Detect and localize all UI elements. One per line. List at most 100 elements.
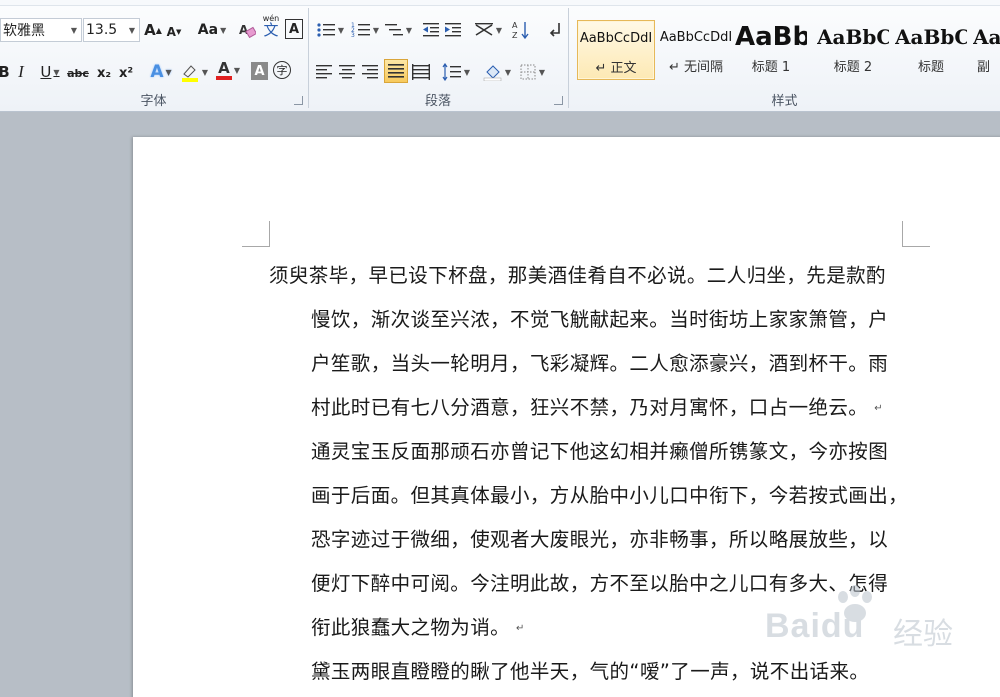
document-line[interactable]: 户笙歌，当头一轮明月，飞彩凝辉。二人愈添豪兴，酒到杯干。雨: [311, 347, 888, 376]
char-border-button[interactable]: A: [285, 19, 303, 39]
chinese-layout-icon: [474, 23, 493, 36]
line-text: 黛玉两眼直瞪瞪的瞅了他半天，气的“嗳”了一声，说不出话来。: [311, 660, 870, 683]
highlight-button[interactable]: ▼: [178, 60, 210, 84]
enclose-char-button[interactable]: 字: [273, 61, 291, 79]
decrease-indent-button[interactable]: [421, 18, 441, 42]
chevron-down-icon[interactable]: ▼: [129, 26, 135, 35]
style-subtitle[interactable]: Aa 副: [973, 20, 1000, 80]
char-shading-button[interactable]: A: [251, 62, 268, 80]
document-line[interactable]: 通灵宝玉反面那顽石亦曾记下他这幻相并癞僧所镌篆文，今亦按图: [311, 435, 888, 464]
subscript-icon: x₂: [96, 65, 112, 81]
highlighter-icon: [181, 65, 198, 82]
line-spacing-button[interactable]: ▼: [440, 60, 472, 84]
bold-button[interactable]: B: [0, 60, 10, 84]
font-name-combo[interactable]: 软雅黑 ▼: [0, 18, 82, 42]
phonetic-guide-button[interactable]: wén 文: [261, 14, 281, 38]
sort-button[interactable]: AZ: [511, 18, 531, 42]
bold-icon: B: [0, 63, 10, 81]
font-size-combo[interactable]: 13.5 ▼: [83, 18, 140, 42]
style-normal[interactable]: AaBbCcDdI ↵ 正文: [577, 20, 655, 80]
shading-button[interactable]: ▼: [481, 60, 513, 84]
chinese-layout-button[interactable]: ▼: [472, 18, 504, 42]
numbering-button[interactable]: 1 2 3 ▼: [349, 18, 381, 42]
justify-button[interactable]: [384, 59, 408, 83]
style-title-name: 标题: [917, 60, 944, 75]
style-title-sample: AaBbC: [895, 25, 967, 49]
align-right-button[interactable]: [360, 60, 380, 84]
align-left-button[interactable]: [314, 60, 334, 84]
justify-icon: [388, 64, 404, 78]
document-line[interactable]: 衔此狼蠢大之物为诮。 ↵: [311, 611, 525, 640]
align-right-icon: [362, 65, 378, 79]
superscript-button[interactable]: x²: [117, 61, 135, 85]
underline-icon: U: [40, 63, 52, 81]
style-no-spacing-sample: AaBbCcDdI: [659, 29, 733, 45]
align-center-icon: [339, 65, 355, 79]
clear-format-icon: A: [239, 23, 256, 39]
bullet-list-icon: [317, 23, 335, 37]
style-no-spacing[interactable]: AaBbCcDdI ↵ 无间隔: [657, 20, 735, 80]
distributed-button[interactable]: [411, 60, 431, 84]
style-heading-1[interactable]: AaBb 标题 1: [735, 20, 807, 80]
text-effects-button[interactable]: A ▼: [146, 60, 176, 84]
strikethrough-button[interactable]: abc: [67, 61, 89, 85]
style-heading-1-name: 标题 1: [751, 60, 791, 75]
char-border-icon: A: [288, 21, 300, 37]
underline-button[interactable]: U ▼: [36, 60, 64, 84]
style-normal-name: ↵ 正文: [595, 61, 637, 76]
increase-indent-button[interactable]: [443, 18, 463, 42]
subscript-button[interactable]: x₂: [95, 61, 113, 85]
baidu-watermark: Baidu 经验: [765, 585, 995, 655]
document-line[interactable]: 村此时已有七八分酒意，狂兴不禁，乃对月寓怀，口占一绝云。 ↵: [311, 391, 883, 420]
clear-format-button[interactable]: A: [237, 18, 257, 42]
enclose-char-icon: 字: [276, 64, 288, 77]
bullets-button[interactable]: ▼: [314, 18, 346, 42]
line-text: 慢饮，渐次谈至兴浓，不觉飞觥献起来。当时街坊上家家箫管，户: [311, 308, 889, 331]
numbered-list-icon: 123: [351, 22, 370, 39]
document-line[interactable]: 画于后面。但其真体最小，方从胎中小儿口中衔下，今若按式画出，: [311, 479, 908, 508]
watermark-suffix: 经验: [893, 617, 953, 652]
show-marks-button[interactable]: [545, 18, 565, 42]
shrink-font-icon: A: [166, 25, 176, 39]
grow-font-button[interactable]: A ▲: [144, 18, 162, 42]
font-size-value: 13.5: [86, 22, 118, 38]
margin-corner-mark: [902, 221, 930, 247]
style-subtitle-name: 副: [977, 60, 991, 75]
line-text: 恐字迹过于微细，使观者大废眼光，亦非畅事，所以略展放些，以: [311, 528, 889, 551]
superscript-icon: x²: [118, 65, 134, 81]
styles-group-label: 样式: [771, 94, 798, 109]
style-normal-sample: AaBbCcDdI: [579, 30, 653, 46]
document-line[interactable]: 恐字迹过于微细，使观者大废眼光，亦非畅事，所以略展放些，以: [311, 523, 888, 552]
font-name-value: 软雅黑: [3, 23, 45, 39]
style-no-spacing-name: ↵ 无间隔: [668, 60, 724, 75]
align-left-icon: [316, 65, 332, 79]
align-center-button[interactable]: [337, 60, 357, 84]
decrease-indent-icon: [423, 23, 439, 37]
font-dialog-launcher-icon[interactable]: [294, 96, 303, 105]
change-case-button[interactable]: Aa ▼: [196, 18, 228, 42]
paragraph-mark-icon: ↵: [516, 623, 525, 634]
increase-indent-icon: [445, 23, 461, 37]
font-color-button[interactable]: A ▼: [212, 58, 244, 82]
styles-group: AaBbCcDdI ↵ 正文 AaBbCcDdI ↵ 无间隔 AaBb 标题 1…: [569, 6, 1000, 111]
text-effects-icon: A: [150, 62, 164, 82]
watermark-brand: Baidu: [765, 607, 865, 645]
font-group: 软雅黑 ▼ 13.5 ▼ A ▲ A ▼ Aa ▼ A wén 文 A B I U ▼ …: [0, 6, 307, 111]
multilevel-list-icon: [384, 24, 403, 36]
paragraph-group-label: 段落: [424, 94, 451, 109]
line-text: 通灵宝玉反面那顽石亦曾记下他这幻相并癞僧所镌篆文，今亦按图: [311, 440, 889, 463]
style-title[interactable]: AaBbC 标题: [895, 20, 967, 80]
shrink-font-button[interactable]: A ▼: [166, 20, 182, 44]
style-heading-2[interactable]: AaBbC 标题 2: [817, 20, 889, 80]
paragraph-dialog-launcher-icon[interactable]: [554, 96, 563, 105]
document-line[interactable]: 黛玉两眼直瞪瞪的瞅了他半天，气的“嗳”了一声，说不出话来。: [311, 655, 869, 684]
style-heading-2-sample: AaBbC: [817, 25, 889, 49]
line-text: 衔此狼蠢大之物为诮。: [311, 616, 511, 639]
italic-button[interactable]: I: [14, 60, 28, 84]
multilevel-list-button[interactable]: ▼: [383, 18, 413, 42]
document-line[interactable]: 须臾茶毕，早已设下杯盘，那美酒佳肴自不必说。二人归坐，先是款酌: [269, 259, 886, 288]
borders-button[interactable]: ▼: [516, 60, 548, 84]
document-line[interactable]: 慢饮，渐次谈至兴浓，不觉飞觥献起来。当时街坊上家家箫管，户: [311, 303, 888, 332]
line-text: 须臾茶毕，早已设下杯盘，那美酒佳肴自不必说。二人归坐，先是款酌: [269, 264, 886, 287]
chevron-down-icon[interactable]: ▼: [71, 26, 77, 35]
